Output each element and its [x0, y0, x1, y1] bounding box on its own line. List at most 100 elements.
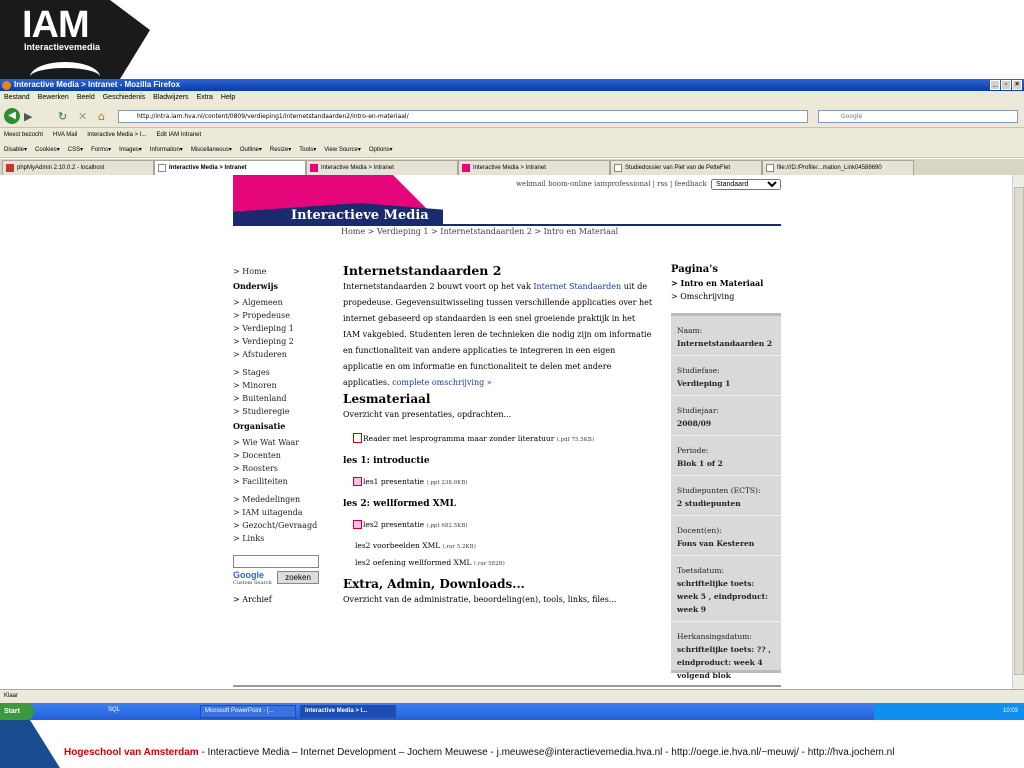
nav-afstuderen[interactable]: > Afstuderen [233, 348, 323, 361]
meta-toetsdatum: Toetsdatum: schriftelijke toets: week 5 ,… [671, 556, 781, 622]
banner-divider [233, 224, 781, 226]
home-icon[interactable]: ⌂ [98, 110, 105, 123]
taskbar-firefox[interactable]: Interactive Media > I... [300, 705, 396, 718]
breadcrumb[interactable]: Home > Verdieping 1 > Internetstandaarde… [341, 227, 618, 236]
nav-faciliteiten[interactable]: > Faciliteiten [233, 475, 323, 488]
nav-gezocht-gevraagd[interactable]: > Gezocht/Gevraagd [233, 519, 323, 532]
meta-value: Blok 1 of 2 [677, 459, 723, 468]
menu-bewerken[interactable]: Bewerken [38, 91, 69, 104]
back-button[interactable]: ◀ [4, 108, 20, 124]
sidebar-omschrijving-link[interactable]: > Omschrijving [671, 290, 781, 303]
reader-link[interactable]: Reader met lesprogramma maar zonder lite… [363, 434, 554, 443]
bookmark-edit-iam[interactable]: Edit IAM Intranet [156, 128, 201, 142]
nav-minoren[interactable]: > Minoren [233, 379, 323, 392]
scrollbar-thumb[interactable] [1014, 187, 1024, 675]
top-links-text[interactable]: webmail boom-online iamprofessional | rs… [516, 180, 707, 188]
tab-phpmyadmin[interactable]: phpMyAdmin 2.10.0.2 - localhost [2, 160, 154, 175]
forward-button[interactable]: ▶ [24, 110, 32, 123]
sidebar-intro-link[interactable]: > Intro en Materiaal [671, 277, 781, 290]
nav-home[interactable]: > Home [233, 265, 323, 278]
reader-size: (.pdf 75.5KB) [556, 437, 594, 443]
site-name: Interactieve Media [291, 208, 429, 223]
meta-value: Verdieping 1 [677, 379, 731, 388]
meta-studiepunten: Studiepunten (ECTS): 2 studiepunten [671, 476, 781, 516]
dev-outline[interactable]: Outline▾ [240, 142, 262, 157]
nav-algemeen[interactable]: > Algemeen [233, 296, 323, 309]
url-input[interactable]: http://intra.iam.hva.nl/content/0809/ver… [118, 110, 808, 123]
nav-links[interactable]: > Links [233, 532, 323, 545]
maximize-button[interactable]: ▫ [1001, 80, 1011, 90]
tab-favicon [6, 164, 14, 172]
les2-oefening-link[interactable]: les2 oefening wellformed XML [355, 558, 472, 567]
google-search-input[interactable] [233, 555, 319, 568]
clock: 10:03 [1002, 708, 1018, 714]
menu-beeld[interactable]: Beeld [77, 91, 95, 104]
style-select[interactable]: Standaard [711, 179, 781, 190]
tab-interactive-media-active[interactable]: Interactive Media > Intranet [154, 160, 306, 175]
vertical-scrollbar[interactable] [1012, 175, 1024, 689]
nav-studieregie[interactable]: > Studieregie [233, 405, 323, 418]
nav-buitenland[interactable]: > Buitenland [233, 392, 323, 405]
les2-file[interactable]: les2 presentatie (.ppt 682.5KB) [353, 517, 653, 534]
meta-label: Toetsdatum: [677, 566, 724, 575]
meta-value: Internetstandaarden 2 [677, 339, 773, 348]
bookmark-hva-mail[interactable]: HVA Mail [53, 128, 77, 142]
dev-miscellaneous[interactable]: Miscellaneous▾ [191, 142, 232, 157]
stop-icon[interactable]: ✕ [78, 110, 87, 123]
nav-roosters[interactable]: > Roosters [233, 462, 323, 475]
taskbar-powerpoint[interactable]: Microsoft PowerPoint - [... [200, 705, 296, 718]
nav-iam-uitagenda[interactable]: > IAM uitagenda [233, 506, 323, 519]
main-content: Internetstandaarden 2 Internetstandaarde… [343, 263, 653, 608]
window-title: Interactive Media > Intranet - Mozilla F… [14, 80, 181, 89]
nav-heading-organisatie: Organisatie [233, 421, 286, 431]
les2-oefening-file[interactable]: les2 oefening wellformed XML (.rar 582B) [355, 555, 653, 572]
les2-link[interactable]: les2 presentatie [363, 520, 424, 529]
complete-omschrijving-link[interactable]: complete omschrijving » [392, 378, 492, 387]
nav-verdieping-2[interactable]: > Verdieping 2 [233, 335, 323, 348]
dev-cookies[interactable]: Cookies▾ [35, 142, 60, 157]
dev-tools[interactable]: Tools▾ [299, 142, 316, 157]
tab-studiedossier[interactable]: Studiedossier van Piet van de PetteFlet [610, 160, 762, 175]
dev-images[interactable]: Images▾ [119, 142, 142, 157]
dev-css[interactable]: CSS▾ [68, 142, 83, 157]
bookmark-meest-bezocht[interactable]: Meest bezocht [4, 128, 43, 142]
reload-icon[interactable]: ↻ [58, 110, 67, 123]
nav-verdieping-1[interactable]: > Verdieping 1 [233, 322, 323, 335]
dev-options[interactable]: Options▾ [369, 142, 393, 157]
extra-sub: Overzicht van de administratie, beoordel… [343, 595, 617, 604]
dev-information[interactable]: Information▾ [150, 142, 183, 157]
taskbar-sql[interactable]: SQL [104, 705, 164, 718]
les2-voorbeelden-link[interactable]: les2 voorbeelden XML [355, 541, 440, 550]
nav-stages[interactable]: > Stages [233, 366, 323, 379]
dev-resize[interactable]: Resize▾ [270, 142, 291, 157]
nav-docenten[interactable]: > Docenten [233, 449, 323, 462]
dev-view-source[interactable]: View Source▾ [324, 142, 361, 157]
menu-extra[interactable]: Extra [197, 91, 213, 104]
bookmark-interactive-media[interactable]: Interactive Media > I... [87, 128, 146, 142]
minimize-button[interactable]: _ [990, 80, 1000, 90]
les2-voorbeelden-file[interactable]: les2 voorbeelden XML (.rar 5.2KB) [355, 538, 653, 555]
start-button[interactable]: Start [0, 703, 34, 720]
dev-forms[interactable]: Forms▾ [91, 142, 111, 157]
close-button[interactable]: × [1012, 80, 1022, 90]
nav-propedeuse[interactable]: > Propedeuse [233, 309, 323, 322]
search-input[interactable]: Google [818, 110, 1018, 123]
menu-help[interactable]: Help [221, 91, 235, 104]
les1-file[interactable]: les1 presentatie (.ppt 238.0KB) [353, 474, 653, 491]
nav-wie-wat-waar[interactable]: > Wie Wat Waar [233, 436, 323, 449]
menu-geschiedenis[interactable]: Geschiedenis [103, 91, 145, 104]
dev-disable[interactable]: Disable▾ [4, 142, 27, 157]
menu-bestand[interactable]: Bestand [4, 91, 30, 104]
reader-file[interactable]: Reader met lesprogramma maar zonder lite… [353, 431, 653, 448]
tab-interactive-media-2[interactable]: Interactive Media > Intranet [306, 160, 458, 175]
tab-file-profile[interactable]: file:///D:/Profile/...mation_Link0458869… [762, 160, 914, 175]
les1-link[interactable]: les1 presentatie [363, 477, 424, 486]
nav-archief[interactable]: > Archief [233, 595, 272, 604]
internet-standaarden-link[interactable]: Internet Standaarden [533, 282, 621, 291]
slide-header: IAM Interactievemedia [0, 0, 1024, 79]
menu-bladwijzers[interactable]: Bladwijzers [153, 91, 188, 104]
tab-interactive-media-3[interactable]: Interactive Media > Intranet [458, 160, 610, 175]
les2-voorbeelden-size: (.rar 5.2KB) [442, 544, 476, 550]
nav-mededelingen[interactable]: > Mededelingen [233, 493, 323, 506]
zoeken-button[interactable]: zoeken [277, 571, 319, 584]
